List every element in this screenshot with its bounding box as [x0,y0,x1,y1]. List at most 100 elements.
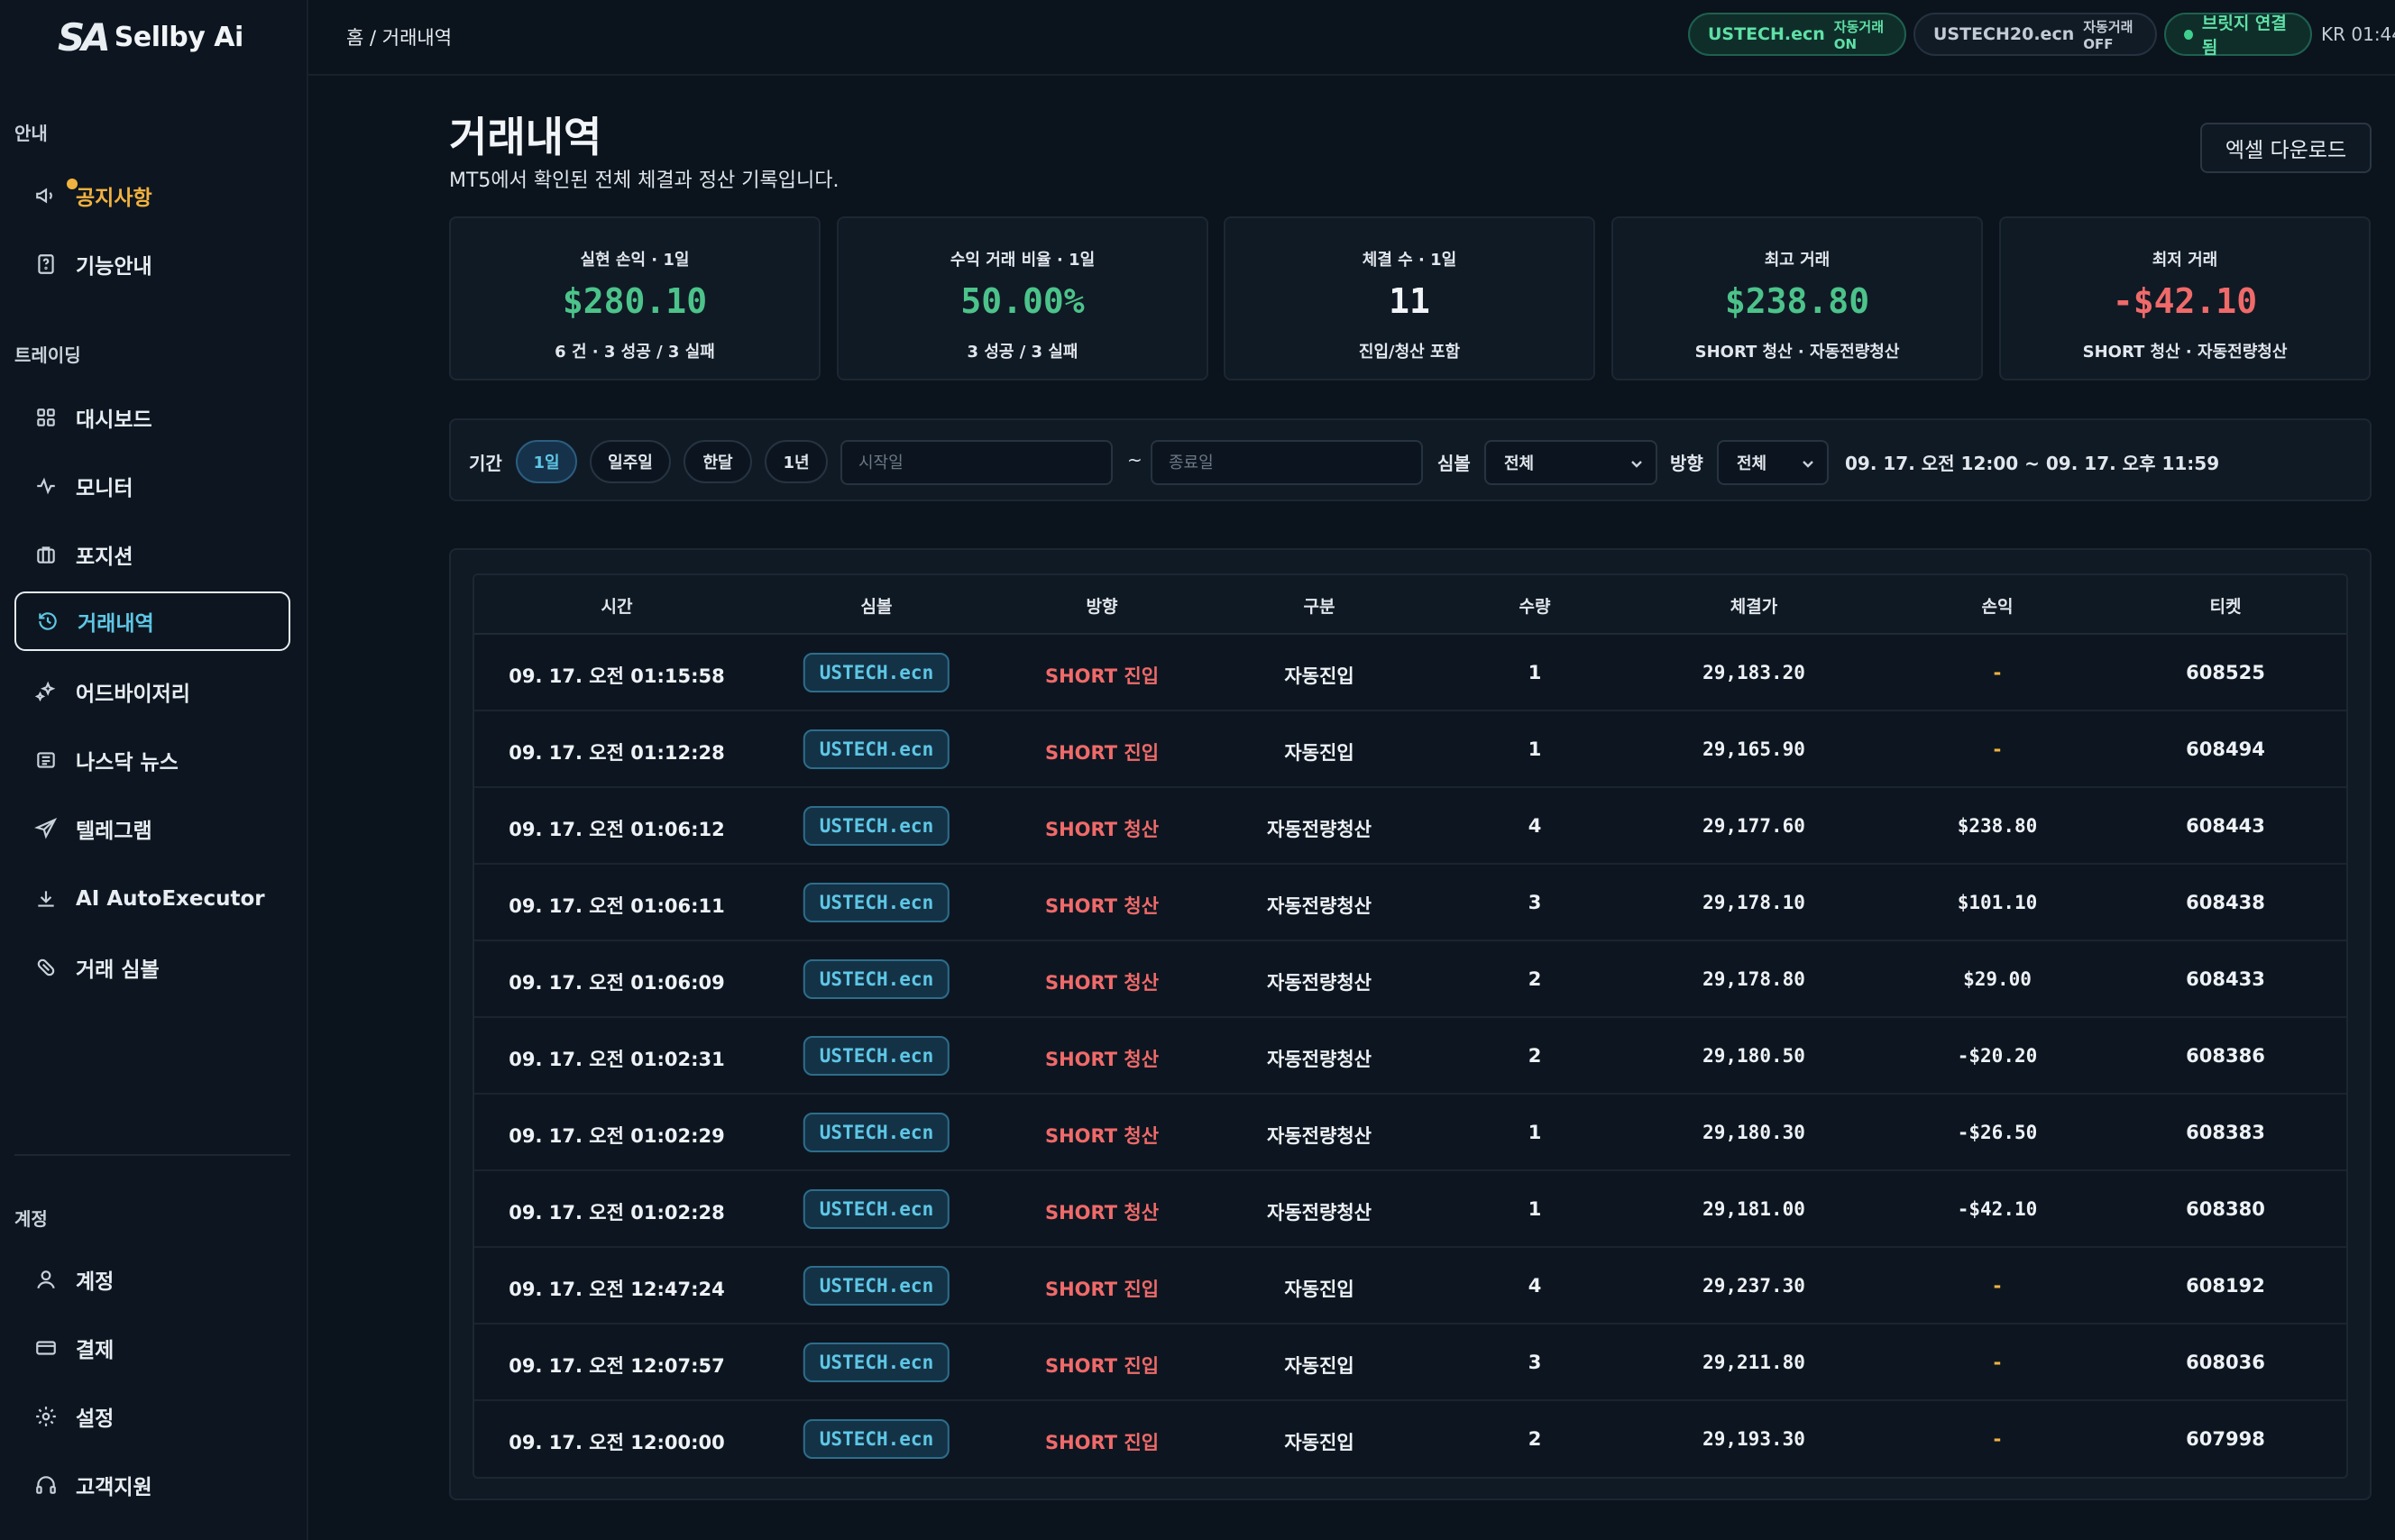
cell-quantity: 4 [1528,815,1542,837]
cell-time: 09. 17. 오전 12:07:57 [509,1355,725,1377]
sidebar-item-label: 텔레그램 [76,820,152,843]
stat-subtext: 진입/청산 포함 [1358,343,1461,362]
column-header-direction[interactable]: 방향 [1087,593,1118,618]
stat-value: -$42.10 [2112,281,2258,321]
cell-price: 29,177.60 [1702,815,1805,837]
period-chip-1w[interactable]: 일주일 [590,440,671,483]
page-subtitle: MT5에서 확인된 전체 체결과 정산 기록입니다. [449,170,840,192]
cell-time: 09. 17. 오전 01:02:31 [509,1049,725,1070]
symbol-select[interactable]: 전체 [1484,440,1657,485]
symbol-badge: USTECH.ecn [803,883,950,922]
table-row[interactable]: 09. 17. 오전 01:06:12 USTECH.ecn SHORT 청산 자동전… [474,788,2346,865]
excel-download-button[interactable]: 엑셀 다운로드 [2200,123,2372,173]
sidebar-item-account[interactable]: 계정 [14,1250,290,1309]
table-row[interactable]: 09. 17. 오전 01:02:29 USTECH.ecn SHORT 청산 자동전… [474,1095,2346,1171]
table-row[interactable]: 09. 17. 오전 01:06:11 USTECH.ecn SHORT 청산 자동전… [474,865,2346,941]
column-header-time[interactable]: 시간 [601,593,633,618]
cell-price: 29,180.30 [1702,1122,1805,1143]
pulse-icon [37,477,55,495]
autotrade-status-ustech20[interactable]: USTECH20.ecn 자동거래 OFF [1913,13,2157,56]
grid-icon [37,408,55,426]
stat-label: 최고 거래 [1764,251,1831,270]
sidebar-item-billing[interactable]: 결제 [14,1318,290,1378]
sidebar-item-settings[interactable]: 설정 [14,1387,290,1446]
worst-trade-card: 최저 거래 -$42.10 SHORT 청산 · 자동전량청산 [1999,216,2371,380]
sidebar-item-advisory[interactable]: 어드바이저리 [14,662,290,721]
sidebar-item-label: 나스닥 뉴스 [76,751,179,775]
table-row[interactable]: 09. 17. 오전 12:00:00 USTECH.ecn SHORT 진입 자동진… [474,1401,2346,1477]
table-row[interactable]: 09. 17. 오전 01:15:58 USTECH.ecn SHORT 진입 자동진… [474,635,2346,711]
sidebar-item-symbols[interactable]: 거래 심볼 [14,938,290,997]
megaphone-icon [36,188,52,204]
sidebar-item-label: 모니터 [76,477,133,500]
symbol-badge: USTECH.ecn [803,1343,950,1382]
cell-price: 29,211.80 [1702,1352,1805,1373]
table-row[interactable]: 09. 17. 오전 12:47:24 USTECH.ecn SHORT 진입 자동진… [474,1248,2346,1325]
symbol-select-value: 전체 [1504,454,1535,473]
sidebar-item-label: AI AutoExecutor [76,887,265,911]
cell-type: 자동전량청산 [1267,972,1372,994]
cell-type: 자동진입 [1284,1355,1354,1377]
sidebar-item-support[interactable]: 고객지원 [14,1455,290,1515]
notice-badge-dot [67,179,78,189]
table-row[interactable]: 09. 17. 오전 01:02:31 USTECH.ecn SHORT 청산 자동전… [474,1018,2346,1095]
autotrade-status-ustech[interactable]: USTECH.ecn 자동거래 ON [1688,13,1906,56]
cell-pnl: -$42.10 [1957,1198,2038,1220]
symbol-label: 심볼 [1437,453,1471,474]
status-symbol: USTECH.ecn [1708,24,1825,44]
cell-quantity: 1 [1528,1122,1542,1143]
table-row[interactable]: 09. 17. 오전 01:06:09 USTECH.ecn SHORT 청산 자동전… [474,941,2346,1018]
column-header-type[interactable]: 구분 [1304,593,1335,618]
cell-ticket: 608438 [2186,892,2265,913]
sidebar-item-dashboard[interactable]: 대시보드 [14,388,290,447]
sidebar-item-guide[interactable]: 기능안내 [14,234,290,294]
cell-quantity: 2 [1528,1045,1542,1067]
direction-label: 방향 [1670,453,1703,474]
cell-price: 29,193.30 [1702,1428,1805,1450]
direction-select[interactable]: 전체 [1717,440,1829,485]
status-text: 자동거래 ON [1833,18,1884,52]
status-text: 자동거래 OFF [2083,18,2133,52]
cell-direction: SHORT 진입 [1044,1432,1160,1453]
cell-price: 29,181.00 [1702,1198,1805,1220]
sidebar-item-news[interactable]: 나스닥 뉴스 [14,730,290,790]
cell-price: 29,183.20 [1702,662,1805,683]
brand-logo[interactable]: SA Sellby Ai [58,14,243,60]
cell-direction: SHORT 청산 [1044,1125,1160,1147]
column-header-symbol[interactable]: 심볼 [861,593,893,618]
sidebar-item-history[interactable]: 거래내역 [14,591,290,651]
column-header-price[interactable]: 체결가 [1730,593,1777,618]
column-header-quantity[interactable]: 수량 [1519,593,1551,618]
sidebar-item-autoexecutor[interactable]: AI AutoExecutor [14,869,290,929]
status-symbol: USTECH20.ecn [1933,24,2075,44]
win-rate-card: 수익 거래 비율 · 1일 50.00% 3 성공 / 3 실패 [837,216,1208,380]
cell-pnl: $29.00 [1963,968,2032,990]
best-trade-card: 최고 거래 $238.80 SHORT 청산 · 자동전량청산 [1611,216,1983,380]
period-chip-1m[interactable]: 한달 [684,440,752,483]
sidebar-item-label: 포지션 [76,545,133,569]
cell-direction: SHORT 진입 [1044,742,1160,764]
period-chip-1d[interactable]: 1일 [516,440,577,483]
user-icon [37,1270,55,1289]
table-row[interactable]: 09. 17. 오전 01:12:28 USTECH.ecn SHORT 진입 자동진… [474,711,2346,788]
cell-price: 29,178.10 [1702,892,1805,913]
cell-ticket: 608433 [2186,968,2265,990]
column-header-ticket[interactable]: 티켓 [2210,593,2242,618]
end-date-input[interactable] [1151,440,1423,485]
period-chip-1y[interactable]: 1년 [765,440,828,483]
column-header-pnl[interactable]: 손익 [1982,593,2014,618]
sidebar-item-notice[interactable]: 공지사항 [14,166,290,225]
symbol-badge: USTECH.ecn [803,1189,950,1229]
cell-ticket: 608494 [2186,738,2265,760]
sidebar-item-monitor[interactable]: 모니터 [14,456,290,516]
headset-icon [36,1476,56,1494]
cell-type: 자동전량청산 [1267,1049,1372,1070]
start-date-input[interactable] [840,440,1113,485]
cell-pnl: - [1991,1428,2004,1450]
sidebar-item-telegram[interactable]: 텔레그램 [14,799,290,858]
table-row[interactable]: 09. 17. 오전 12:07:57 USTECH.ecn SHORT 진입 자동진… [474,1325,2346,1401]
cell-type: 자동전량청산 [1267,1202,1372,1224]
table-row[interactable]: 09. 17. 오전 01:02:28 USTECH.ecn SHORT 청산 자동전… [474,1171,2346,1248]
sidebar-item-positions[interactable]: 포지션 [14,525,290,584]
page-title: 거래내역 [449,113,602,161]
